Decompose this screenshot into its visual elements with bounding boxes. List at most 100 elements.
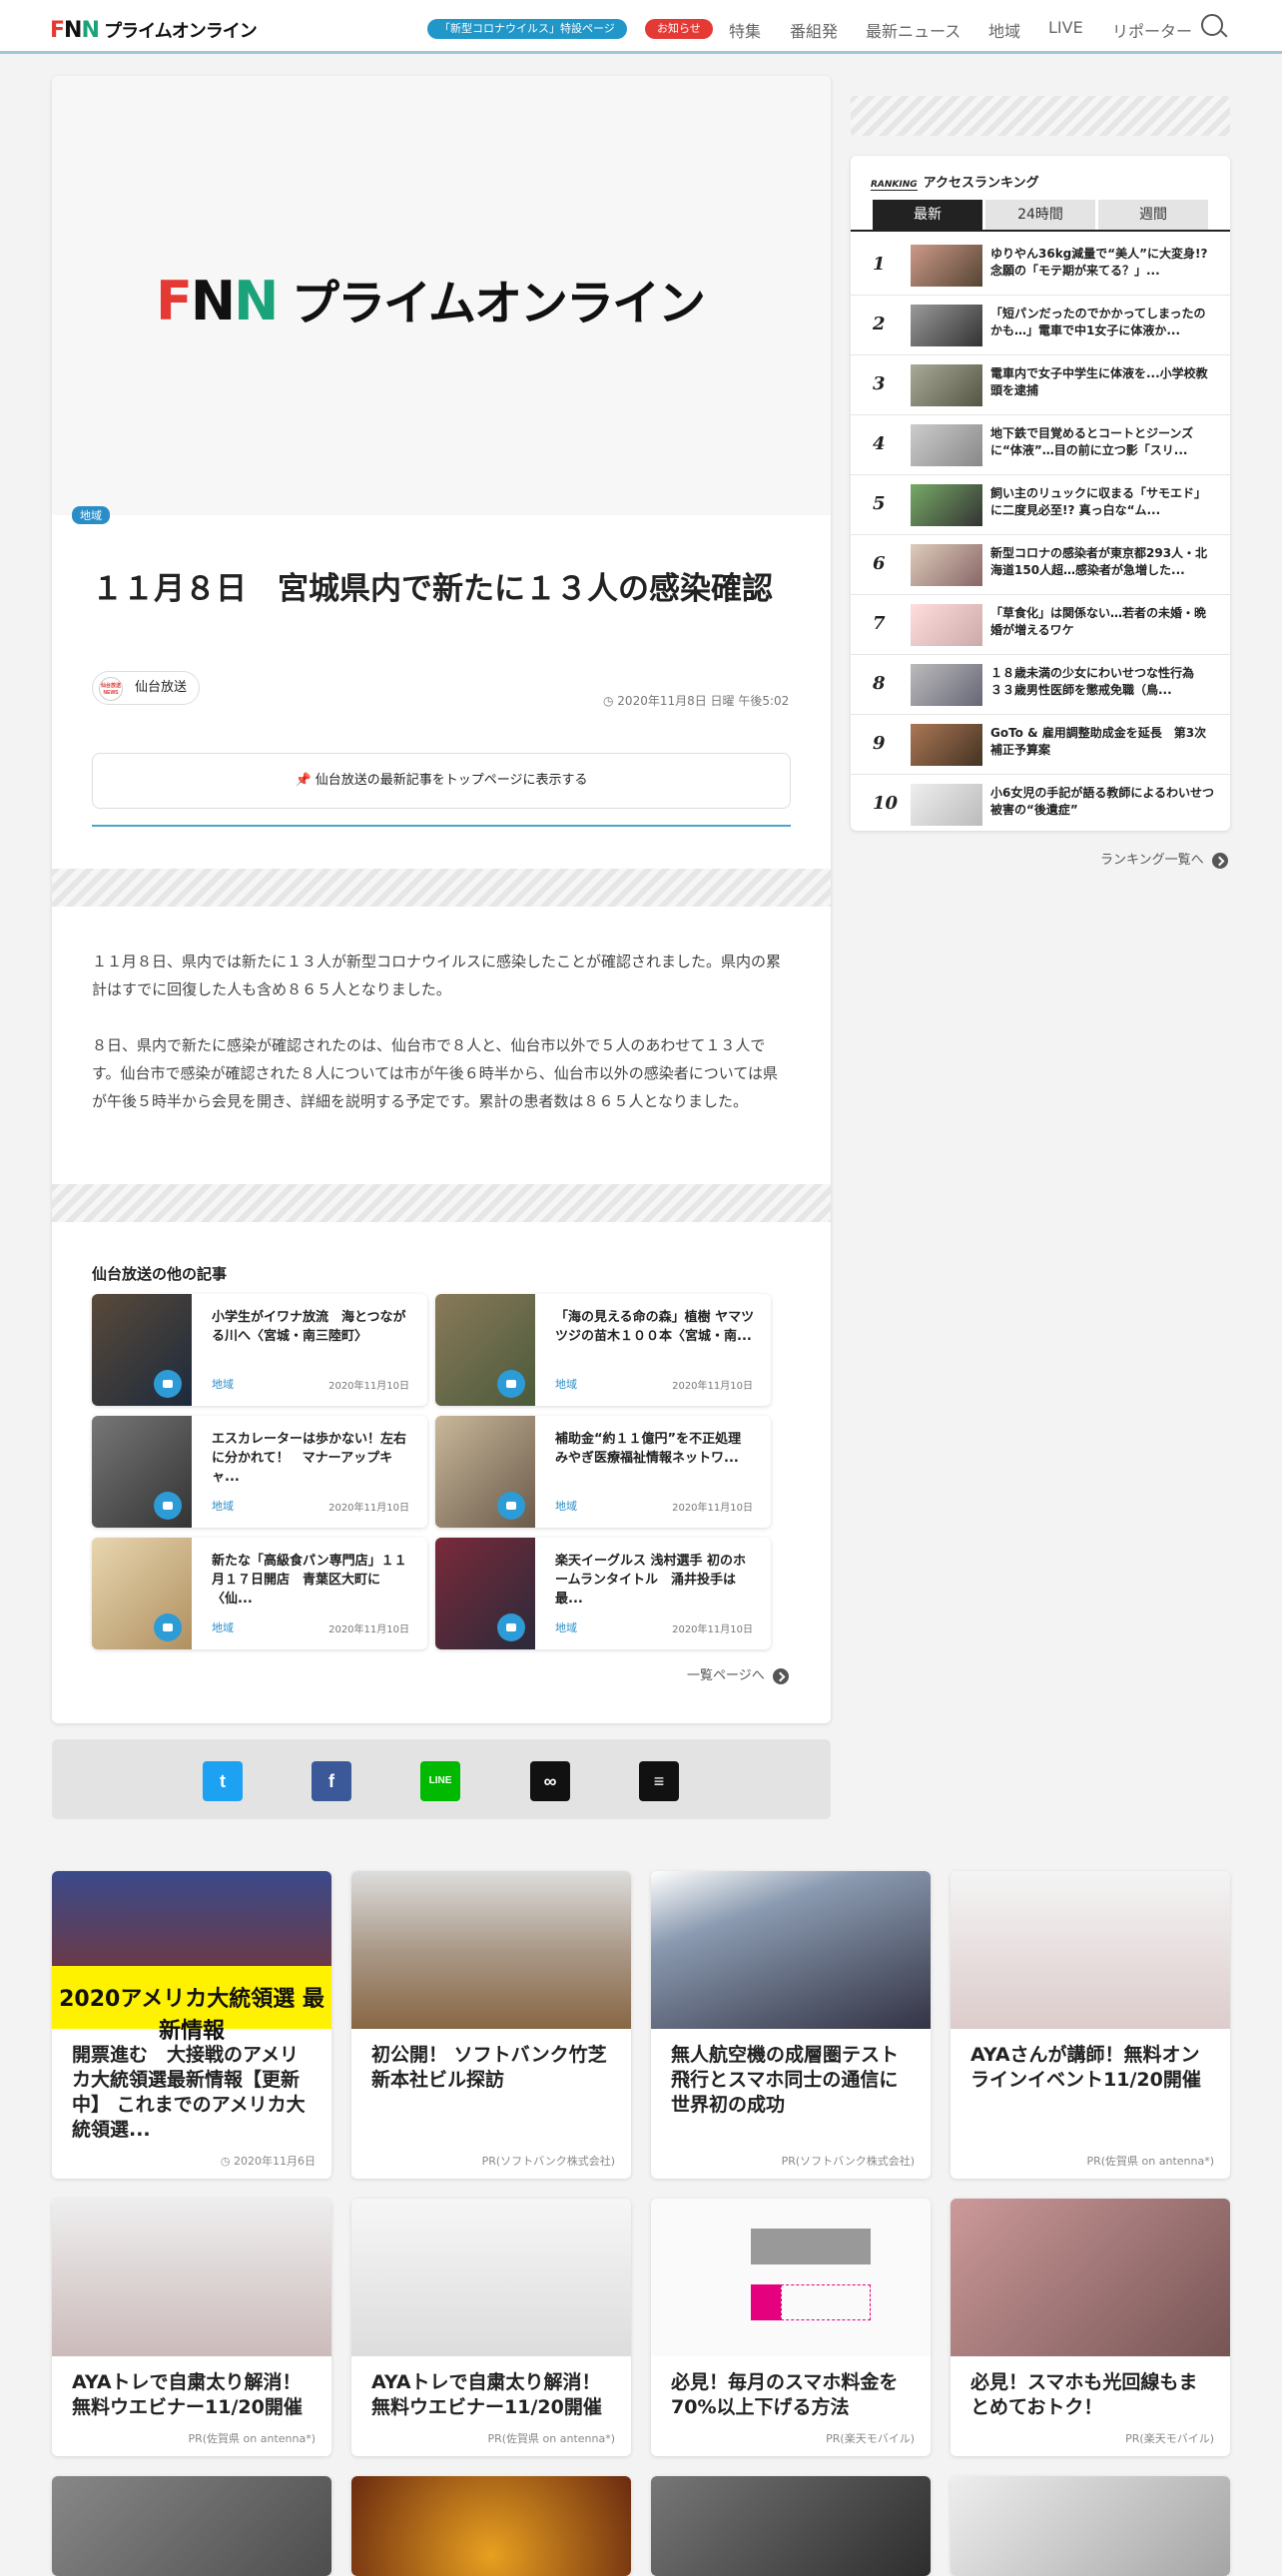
ranking-item[interactable]: 1 ゆりやん36kg減量で“美人”に大変身!? 念願の「モテ期が来てる？」... [851, 236, 1230, 296]
tab-latest[interactable]: 最新 [873, 200, 982, 230]
nav-latest-news[interactable]: 最新ニュース [866, 18, 961, 42]
related-date: 2020年11月10日 [672, 1624, 753, 1635]
related-date: 2020年11月10日 [672, 1381, 753, 1392]
promo-source: PR(佐賀県 on antenna*) [487, 2432, 615, 2445]
promo-image [651, 2199, 931, 2356]
ranking-title: 「草食化」は関係ない…若者の未婚・晩婚が増えるワケ [990, 606, 1207, 637]
ranking-thumbnail [911, 424, 982, 466]
related-title: 補助金“約１１億円”を不正処理 みやぎ医療福祉情報ネットワ... [555, 1432, 755, 1466]
link-icon[interactable]: ∞ [530, 1761, 570, 1801]
related-category: 地域 [555, 1500, 577, 1513]
promo-card[interactable]: AYAトレで自粛太り解消！無料ウエビナー11/20開催 PR(佐賀県 on an… [52, 2199, 331, 2456]
ranking-thumbnail [911, 724, 982, 766]
ranking-item[interactable]: 7 「草食化」は関係ない…若者の未婚・晩婚が増えるワケ [851, 595, 1230, 655]
clock-icon: ◷ [603, 694, 618, 708]
source-chip[interactable]: 仙台放送NEWS 仙台放送 [92, 671, 201, 705]
chevron-right-icon [1211, 852, 1228, 869]
chevron-right-icon [772, 1667, 789, 1684]
ranking-item[interactable]: 10 小6女児の手記が語る教師によるわいせつ被害の“後遺症” [851, 775, 1230, 835]
promo-title: AYAさんが講師！無料オンラインイベント11/20開催 [970, 2044, 1201, 2091]
related-article-card[interactable]: エスカレーターは歩かない！左右に分かれて！ マナーアップキャ... 地域 202… [92, 1416, 427, 1528]
video-icon [497, 1492, 525, 1520]
related-date: 2020年11月10日 [328, 1624, 409, 1635]
related-article-card[interactable]: 楽天イーグルス 浅村選手 初のホームランタイトル 涌井投手は最... 地域 20… [435, 1538, 771, 1649]
promo-bar-graphic [751, 2284, 781, 2320]
site-logo[interactable]: FNN プライムオンライン [50, 17, 258, 43]
promo-card[interactable] [651, 2476, 931, 2576]
ranking-item[interactable]: 8 １８歳未満の少女にわいせつな性行為 ３３歳男性医師を懲戒免職（鳥... [851, 655, 1230, 715]
covid-special-link[interactable]: 「新型コロナウイルス」特設ページ [427, 19, 627, 39]
related-article-card[interactable]: 「海の見える命の森」植樹 ヤマツツジの苗木１００本〈宮城・南... 地域 202… [435, 1294, 771, 1406]
ranking-thumbnail [911, 305, 982, 346]
facebook-icon[interactable]: f [312, 1761, 351, 1801]
ranking-thumbnail [911, 544, 982, 586]
related-title: 楽天イーグルス 浅村選手 初のホームランタイトル 涌井投手は最... [555, 1554, 747, 1607]
nav-region[interactable]: 地域 [988, 18, 1020, 42]
ranking-number: 2 [873, 314, 886, 334]
promo-card[interactable] [951, 2476, 1230, 2576]
related-category: 地域 [212, 1500, 234, 1513]
hero-image: FNN プライムオンライン [52, 76, 831, 515]
tab-24h[interactable]: 24時間 [985, 200, 1095, 230]
promo-image [351, 2476, 631, 2576]
promo-card[interactable] [351, 2476, 631, 2576]
category-badge[interactable]: 地域 [72, 506, 110, 524]
line-icon[interactable]: LINE [420, 1761, 460, 1801]
promo-card[interactable]: AYAさんが講師！無料オンラインイベント11/20開催 PR(佐賀県 on an… [951, 1871, 1230, 2179]
promo-card[interactable]: 必見！スマホも光回線もまとめておトク！ PR(楽天モバイル) [951, 2199, 1230, 2456]
ranking-item[interactable]: 3 電車内で女子中学生に体液を...小学校教頭を逮捕 [851, 355, 1230, 415]
related-article-card[interactable]: 新たな「高級食パン専門店」１１月１７日開店 青葉区大町に〈仙... 地域 202… [92, 1538, 427, 1649]
article-paragraph: １１月８日、県内では新たに１３人が新型コロナウイルスに感染したことが確認されまし… [92, 953, 782, 998]
ranking-title: 「短パンだったのでかかってしまったのかも…」電車で中1女子に体液か... [990, 307, 1206, 337]
promo-card[interactable]: AYAトレで自粛太り解消！無料ウエビナー11/20開催 PR(佐賀県 on an… [351, 2199, 631, 2456]
related-more-link[interactable]: 一覧ページへ [687, 1664, 789, 1684]
related-title: 新たな「高級食パン専門店」１１月１７日開店 青葉区大町に〈仙... [212, 1554, 407, 1607]
related-article-card[interactable]: 小学生がイワナ放流 海とつながる川へ〈宮城・南三陸町〉 地域 2020年11月1… [92, 1294, 427, 1406]
divider-stripe [52, 1184, 831, 1222]
ranking-item[interactable]: 5 飼い主のリュックに収まる「サモエド」に二度見必至!? 真っ白な“ム... [851, 475, 1230, 535]
promo-source: PR(ソフトバンク株式会社) [481, 2155, 615, 2168]
promo-card[interactable]: 初公開！ ソフトバンク竹芝新本社ビル探訪 PR(ソフトバンク株式会社) [351, 1871, 631, 2179]
ranking-item[interactable]: 2 「短パンだったのでかかってしまったのかも…」電車で中1女子に体液か... [851, 296, 1230, 355]
source-name: 仙台放送 [135, 680, 188, 695]
ranking-item[interactable]: 9 GoTo & 雇用調整助成金を延長 第3次補正予算案 [851, 715, 1230, 775]
related-article-card[interactable]: 補助金“約１１億円”を不正処理 みやぎ医療福祉情報ネットワ... 地域 2020… [435, 1416, 771, 1528]
notice-link[interactable]: お知らせ [645, 19, 713, 39]
ranking-title: 飼い主のリュックに収まる「サモエド」に二度見必至!? 真っ白な“ム... [990, 486, 1207, 517]
nav-programs[interactable]: 番組発 [790, 18, 838, 42]
nav-feature[interactable]: 特集 [729, 18, 761, 42]
promo-image [351, 1871, 631, 2029]
promo-source: PR(ソフトバンク株式会社) [781, 2155, 915, 2168]
promo-source: ◷ 2020年11月6日 [220, 2155, 316, 2168]
video-icon [497, 1370, 525, 1398]
promo-card[interactable]: 無人航空機の成層圏テスト飛行とスマホ同士の通信に世界初の成功 PR(ソフトバンク… [651, 1871, 931, 2179]
ranking-item[interactable]: 6 新型コロナの感染者が東京都293人・北海道150人超…感染者が急増した... [851, 535, 1230, 595]
ranking-number: 8 [873, 673, 886, 694]
ranking-card: RANKING アクセスランキング 最新 24時間 週間 1 ゆりやん36kg減量で… [851, 156, 1230, 831]
ranking-thumbnail [911, 484, 982, 526]
tab-weekly[interactable]: 週間 [1098, 200, 1208, 230]
ranking-title: １８歳未満の少女にわいせつな性行為 ３３歳男性医師を懲戒免職（鳥... [990, 666, 1207, 697]
promo-image [52, 2199, 331, 2356]
ranking-thumbnail [911, 245, 982, 287]
nav-reporter[interactable]: リポーター [1112, 18, 1192, 42]
article-paragraph: ８日、県内で新たに感染が確認されたのは、仙台市で８人と、仙台市以外で５人のあわせ… [92, 1036, 779, 1110]
nav-live[interactable]: LIVE [1048, 18, 1083, 37]
promo-card[interactable]: 必見！毎月のスマホ料金を70%以上下げる方法 PR(楽天モバイル) [651, 2199, 931, 2456]
ranking-item[interactable]: 4 地下鉄で目覚めるとコートとジーンズに“体液”…目の前に立つ影「スリ... [851, 415, 1230, 475]
promo-card[interactable]: 2020アメリカ大統領選 最新情報 開票進む 大接戦のアメリカ大統領選最新情報【… [52, 1871, 331, 2179]
promo-title: 必見！スマホも光回線もまとめておトク！ [970, 2371, 1198, 2418]
ranking-number: 3 [873, 373, 886, 394]
show-on-top-button[interactable]: 📌 仙台放送の最新記事をトップページに表示する [92, 753, 791, 809]
promo-card[interactable] [52, 2476, 331, 2576]
twitter-icon[interactable]: t [203, 1761, 243, 1801]
ranking-thumbnail [911, 364, 982, 406]
promo-bar-graphic [751, 2229, 871, 2264]
related-category: 地域 [212, 1621, 234, 1634]
ranking-title: 地下鉄で目覚めるとコートとジーンズに“体液”…目の前に立つ影「スリ... [990, 426, 1194, 457]
promo-source: PR(佐賀県 on antenna*) [1086, 2155, 1214, 2168]
search-icon[interactable] [1201, 14, 1223, 36]
ranking-more-link[interactable]: ランキング一覧へ [1100, 849, 1228, 869]
comment-icon[interactable]: ≡ [639, 1761, 679, 1801]
promo-image [651, 2476, 931, 2576]
